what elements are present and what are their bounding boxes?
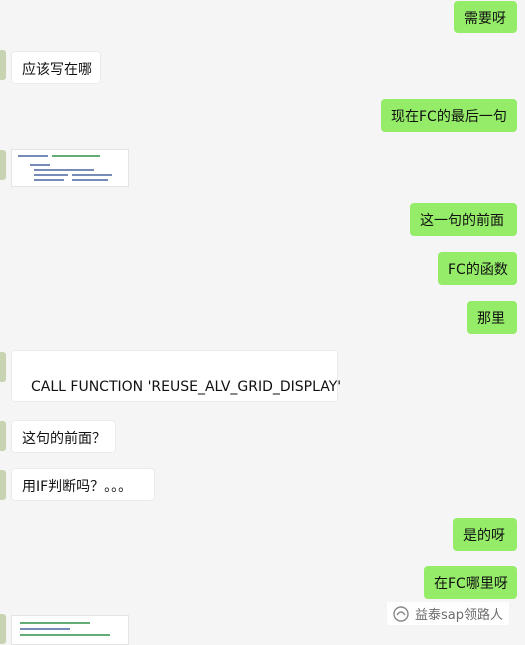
code-line [20,634,110,636]
avatar[interactable] [0,50,6,80]
code-line [30,164,50,166]
code-line [72,174,112,176]
wechat-official-account-icon [393,605,409,622]
code-line [34,169,94,171]
message-bubble-incoming[interactable]: 这句的前面？ [11,420,116,453]
avatar[interactable] [0,470,6,500]
message-bubble-outgoing[interactable]: 是的呀 [453,518,517,551]
code-line [34,179,64,181]
message-bubble-outgoing[interactable]: 现在FC的最后一句 [381,99,517,132]
message-bubble-outgoing[interactable]: FC的函数 [438,252,517,285]
message-bubble-outgoing[interactable]: 需要呀 [454,1,517,33]
watermark-text: 益泰sap领路人 [415,608,503,623]
avatar[interactable] [0,614,6,644]
message-bubble-incoming[interactable]: 应该写在哪 [11,51,101,84]
message-bubble-outgoing[interactable]: 那里 [467,301,517,334]
message-bubble-incoming[interactable]: 用IF判断吗？。。。 [11,468,155,501]
code-line [72,179,108,181]
code-line [52,155,100,157]
message-bubble-incoming[interactable]: CALL FUNCTION 'REUSE_ALV_GRID_DISPLAY' [11,350,341,402]
avatar[interactable] [0,150,6,180]
code-screenshot-thumbnail[interactable] [11,149,129,187]
image-thumbnail[interactable] [11,615,129,645]
code-line [18,155,48,157]
code-line [34,174,68,176]
avatar[interactable] [0,352,6,382]
message-bubble-outgoing[interactable]: 在FC哪里呀 [424,566,517,599]
code-line [20,628,70,630]
avatar[interactable] [0,421,6,451]
code-line [20,622,90,624]
watermark: 益泰sap领路人 [387,602,509,625]
message-bubble-outgoing[interactable]: 这一句的前面 [410,203,517,236]
